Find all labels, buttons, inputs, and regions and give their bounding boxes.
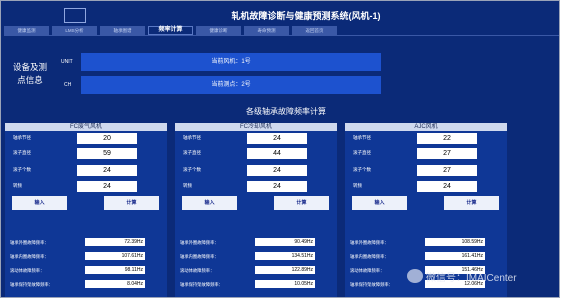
cage-freq-value: 10.05Hz xyxy=(255,280,315,288)
tab-health-monitor[interactable]: 健康监测 xyxy=(4,26,49,35)
outer-race-freq-label: 轴承外圈故障频率： xyxy=(180,240,219,245)
roller-count-label: 滚子个数 xyxy=(13,167,31,172)
panel-fc-exhaust-fan: FC废气风机 轴承节径 20 滚子直径 59 滚子个数 24 转频 24 输入 … xyxy=(5,123,167,297)
pitch-diameter-input[interactable]: 22 xyxy=(417,133,477,144)
panel-fc-cooling-fan: FC冷却风机 轴承节径 24 滚子直径 44 滚子个数 24 转频 24 输入 … xyxy=(175,123,337,297)
rotation-freq-input[interactable]: 24 xyxy=(77,181,137,192)
inner-race-freq-label: 轴承内圈故障频率： xyxy=(350,254,389,259)
app-title: 轧机故障诊断与健康预测系统(风机-1) xyxy=(231,11,381,21)
unit-field[interactable]: 当前风机：1号 xyxy=(81,53,381,71)
inner-race-freq-label: 轴承内圈故障频率： xyxy=(180,254,219,259)
panel-title: FC冷却风机 xyxy=(175,123,337,131)
tab-divider xyxy=(4,35,559,36)
inner-race-freq-value: 161.41Hz xyxy=(425,252,485,260)
roller-count-label: 滚子个数 xyxy=(353,167,371,172)
pitch-diameter-input[interactable]: 20 xyxy=(77,133,137,144)
equipment-info-label: 设备及测点信息 xyxy=(12,62,47,85)
outer-race-freq-label: 轴承外圈故障频率： xyxy=(10,240,49,245)
pitch-diameter-label: 轴承节径 xyxy=(353,135,371,140)
tab-frequency-calc[interactable]: 频率计算 xyxy=(148,26,193,35)
roller-diameter-input[interactable]: 59 xyxy=(77,148,137,159)
tab-bar: 健康监测 LMS分析 轴承图谱 频率计算 健康诊断 寿命预测 返回首页 xyxy=(4,26,337,35)
roller-diameter-input[interactable]: 44 xyxy=(247,148,307,159)
ch-label: CH xyxy=(64,82,72,88)
rotation-freq-input[interactable]: 24 xyxy=(247,181,307,192)
roller-count-input[interactable]: 24 xyxy=(77,165,137,176)
wechat-icon xyxy=(407,269,423,283)
tab-lms-analysis[interactable]: LMS分析 xyxy=(52,26,97,35)
tab-bearing-spectrum[interactable]: 轴承图谱 xyxy=(100,26,145,35)
pitch-diameter-input[interactable]: 24 xyxy=(247,133,307,144)
watermark: 微信号：IMAICenter xyxy=(407,267,557,285)
roller-diameter-input[interactable]: 27 xyxy=(417,148,477,159)
rolling-element-freq-label: 滚动体故障频率： xyxy=(180,268,215,273)
rolling-element-freq-value: 98.11Hz xyxy=(85,266,145,274)
ch-field[interactable]: 当前测点：2号 xyxy=(81,76,381,94)
panel-title: FC废气风机 xyxy=(5,123,167,131)
outer-race-freq-value: 72.39Hz xyxy=(85,238,145,246)
calc-section-title: 各级轴承故障频率计算 xyxy=(246,107,326,116)
panel-title: AJC风机 xyxy=(345,123,507,131)
unit-label: UNIT xyxy=(61,59,73,65)
rotation-freq-label: 转频 xyxy=(353,183,362,188)
outer-race-freq-value: 108.59Hz xyxy=(425,238,485,246)
app-window: 轧机故障诊断与健康预测系统(风机-1) 健康监测 LMS分析 轴承图谱 频率计算… xyxy=(0,0,560,298)
header-box xyxy=(64,8,86,23)
cage-freq-value: 8.04Hz xyxy=(85,280,145,288)
input-button[interactable]: 输入 xyxy=(12,196,67,210)
rotation-freq-input[interactable]: 24 xyxy=(417,181,477,192)
tab-return-home[interactable]: 返回首页 xyxy=(292,26,337,35)
pitch-diameter-label: 轴承节径 xyxy=(183,135,201,140)
inner-race-freq-value: 107.61Hz xyxy=(85,252,145,260)
pitch-diameter-label: 轴承节径 xyxy=(13,135,31,140)
inner-race-freq-value: 134.51Hz xyxy=(255,252,315,260)
rotation-freq-label: 转频 xyxy=(13,183,22,188)
tab-life-prediction[interactable]: 寿命预测 xyxy=(244,26,289,35)
rotation-freq-label: 转频 xyxy=(183,183,192,188)
roller-count-input[interactable]: 27 xyxy=(417,165,477,176)
cage-freq-label: 轴承保持架故障频率： xyxy=(180,282,223,287)
roller-diameter-label: 滚子直径 xyxy=(353,150,371,155)
input-button[interactable]: 输入 xyxy=(182,196,237,210)
input-button[interactable]: 输入 xyxy=(352,196,407,210)
calculate-button[interactable]: 计算 xyxy=(444,196,499,210)
tab-health-diagnosis[interactable]: 健康诊断 xyxy=(196,26,241,35)
calculate-button[interactable]: 计算 xyxy=(274,196,329,210)
outer-race-freq-label: 轴承外圈故障频率： xyxy=(350,240,389,245)
calculate-button[interactable]: 计算 xyxy=(104,196,159,210)
roller-count-label: 滚子个数 xyxy=(183,167,201,172)
roller-count-input[interactable]: 24 xyxy=(247,165,307,176)
rolling-element-freq-value: 122.89Hz xyxy=(255,266,315,274)
inner-race-freq-label: 轴承内圈故障频率： xyxy=(10,254,49,259)
roller-diameter-label: 滚子直径 xyxy=(183,150,201,155)
rolling-element-freq-label: 滚动体故障频率： xyxy=(10,268,45,273)
roller-diameter-label: 滚子直径 xyxy=(13,150,31,155)
cage-freq-label: 轴承保持架故障频率： xyxy=(10,282,53,287)
outer-race-freq-value: 90.49Hz xyxy=(255,238,315,246)
watermark-text: 微信号：IMAICenter xyxy=(426,272,517,284)
